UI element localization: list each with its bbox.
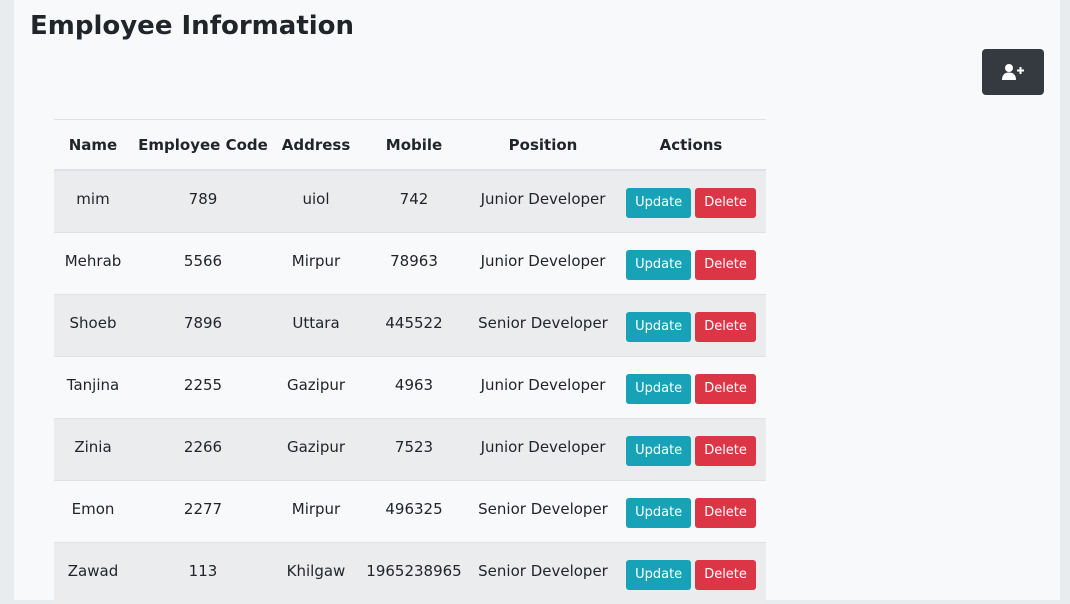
row-actions: UpdateDelete [620, 186, 762, 218]
cell-mobile: 1965238965 [358, 543, 470, 604]
cell-position: Junior Developer [470, 170, 616, 233]
cell-mobile: 78963 [358, 233, 470, 295]
employee-table: Name Employee Code Address Mobile Positi… [54, 119, 766, 604]
cell-employee-code: 5566 [132, 233, 274, 295]
table-row: Tanjina2255Gazipur4963Junior DeveloperUp… [54, 357, 766, 419]
cell-position: Senior Developer [470, 295, 616, 357]
cell-address: Mirpur [274, 481, 358, 543]
cell-name: Shoeb [54, 295, 132, 357]
update-button[interactable]: Update [626, 560, 691, 590]
cell-address: Khilgaw [274, 543, 358, 604]
cell-actions: UpdateDelete [616, 233, 766, 295]
row-actions: UpdateDelete [620, 558, 762, 590]
table-row: mim789uiol742Junior DeveloperUpdateDelet… [54, 170, 766, 233]
cell-actions: UpdateDelete [616, 170, 766, 233]
table-row: Emon2277Mirpur496325Senior DeveloperUpda… [54, 481, 766, 543]
cell-actions: UpdateDelete [616, 481, 766, 543]
row-actions: UpdateDelete [620, 434, 762, 466]
cell-position: Junior Developer [470, 233, 616, 295]
cell-mobile: 4963 [358, 357, 470, 419]
cell-address: Mirpur [274, 233, 358, 295]
update-button[interactable]: Update [626, 250, 691, 280]
add-employee-button[interactable] [982, 49, 1044, 95]
page-title: Employee Information [30, 8, 354, 44]
cell-address: Uttara [274, 295, 358, 357]
cell-name: Tanjina [54, 357, 132, 419]
table-row: Mehrab5566Mirpur78963Junior DeveloperUpd… [54, 233, 766, 295]
cell-address: Gazipur [274, 419, 358, 481]
cell-actions: UpdateDelete [616, 295, 766, 357]
cell-actions: UpdateDelete [616, 357, 766, 419]
update-button[interactable]: Update [626, 498, 691, 528]
cell-name: Zawad [54, 543, 132, 604]
table-body: mim789uiol742Junior DeveloperUpdateDelet… [54, 170, 766, 604]
cell-employee-code: 113 [132, 543, 274, 604]
column-header-mobile: Mobile [358, 120, 470, 171]
employee-table-container: Name Employee Code Address Mobile Positi… [54, 119, 766, 604]
cell-name: Zinia [54, 419, 132, 481]
column-header-name: Name [54, 120, 132, 171]
row-actions: UpdateDelete [620, 496, 762, 528]
cell-address: Gazipur [274, 357, 358, 419]
cell-position: Junior Developer [470, 419, 616, 481]
table-row: Shoeb7896Uttara445522Senior DeveloperUpd… [54, 295, 766, 357]
row-actions: UpdateDelete [620, 248, 762, 280]
cell-actions: UpdateDelete [616, 419, 766, 481]
cell-position: Senior Developer [470, 543, 616, 604]
content-panel: Employee Information Name Employee Code [14, 0, 1060, 600]
cell-name: mim [54, 170, 132, 233]
user-plus-icon [1002, 63, 1024, 81]
cell-mobile: 742 [358, 170, 470, 233]
table-row: Zawad113Khilgaw1965238965Senior Develope… [54, 543, 766, 604]
delete-button[interactable]: Delete [695, 374, 756, 404]
cell-name: Mehrab [54, 233, 132, 295]
cell-position: Junior Developer [470, 357, 616, 419]
cell-name: Emon [54, 481, 132, 543]
row-actions: UpdateDelete [620, 310, 762, 342]
cell-mobile: 496325 [358, 481, 470, 543]
update-button[interactable]: Update [626, 188, 691, 218]
column-header-position: Position [470, 120, 616, 171]
cell-position: Senior Developer [470, 481, 616, 543]
row-actions: UpdateDelete [620, 372, 762, 404]
update-button[interactable]: Update [626, 436, 691, 466]
delete-button[interactable]: Delete [695, 188, 756, 218]
cell-employee-code: 2255 [132, 357, 274, 419]
cell-employee-code: 7896 [132, 295, 274, 357]
update-button[interactable]: Update [626, 312, 691, 342]
delete-button[interactable]: Delete [695, 250, 756, 280]
cell-actions: UpdateDelete [616, 543, 766, 604]
delete-button[interactable]: Delete [695, 436, 756, 466]
cell-employee-code: 2266 [132, 419, 274, 481]
table-header-row: Name Employee Code Address Mobile Positi… [54, 120, 766, 171]
update-button[interactable]: Update [626, 374, 691, 404]
delete-button[interactable]: Delete [695, 312, 756, 342]
cell-employee-code: 789 [132, 170, 274, 233]
cell-mobile: 445522 [358, 295, 470, 357]
column-header-employee-code: Employee Code [132, 120, 274, 171]
table-row: Zinia2266Gazipur7523Junior DeveloperUpda… [54, 419, 766, 481]
cell-mobile: 7523 [358, 419, 470, 481]
column-header-address: Address [274, 120, 358, 171]
cell-address: uiol [274, 170, 358, 233]
delete-button[interactable]: Delete [695, 560, 756, 590]
column-header-actions: Actions [616, 120, 766, 171]
cell-employee-code: 2277 [132, 481, 274, 543]
delete-button[interactable]: Delete [695, 498, 756, 528]
